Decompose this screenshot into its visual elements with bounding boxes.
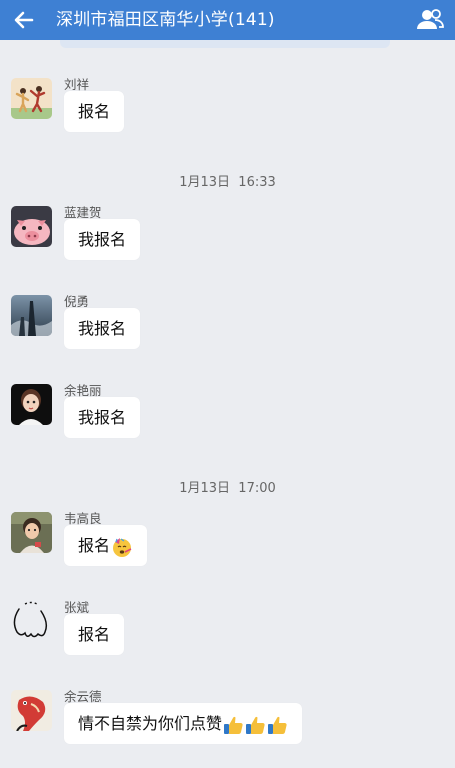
notice-strip (60, 40, 390, 48)
message-bubble[interactable]: 报名 (64, 525, 148, 566)
thumbs-up-icon (246, 716, 265, 734)
chat-title: 深圳市福田区南华小学(141) (56, 10, 275, 30)
avatar[interactable] (11, 384, 52, 425)
party-face-icon (113, 537, 132, 557)
avatar[interactable] (11, 512, 52, 553)
message-bubble[interactable]: 我报名 (64, 397, 141, 438)
thumbs-up-icon-group (222, 714, 288, 734)
message-text: 报名 (78, 625, 111, 644)
message-bubble[interactable]: 情不自禁为你们点赞 (64, 703, 303, 744)
thumbs-up-icon (224, 716, 243, 734)
message-text: 我报名 (78, 408, 127, 427)
title-bar: 深圳市福田区南华小学(141) (0, 0, 455, 40)
timestamp: 1月13日 16:33 (179, 175, 276, 190)
timestamp: 1月13日 17:00 (179, 481, 276, 496)
message-text: 我报名 (78, 319, 127, 338)
back-arrow-icon[interactable] (10, 6, 38, 34)
avatar[interactable] (11, 601, 52, 642)
message-bubble[interactable]: 我报名 (64, 219, 141, 260)
message-text: 报名 (78, 536, 111, 555)
thumbs-up-icon (268, 716, 287, 734)
message-bubble[interactable]: 我报名 (64, 308, 141, 349)
message-text: 情不自禁为你们点赞 (78, 714, 223, 733)
avatar[interactable] (11, 78, 52, 119)
message-bubble[interactable]: 报名 (64, 91, 125, 132)
avatar[interactable] (11, 690, 52, 731)
message-text: 我报名 (78, 230, 127, 249)
message-bubble[interactable]: 报名 (64, 614, 125, 655)
group-members-icon[interactable] (415, 6, 445, 34)
message-text: 报名 (78, 102, 111, 121)
avatar[interactable] (11, 295, 52, 336)
avatar[interactable] (11, 206, 52, 247)
